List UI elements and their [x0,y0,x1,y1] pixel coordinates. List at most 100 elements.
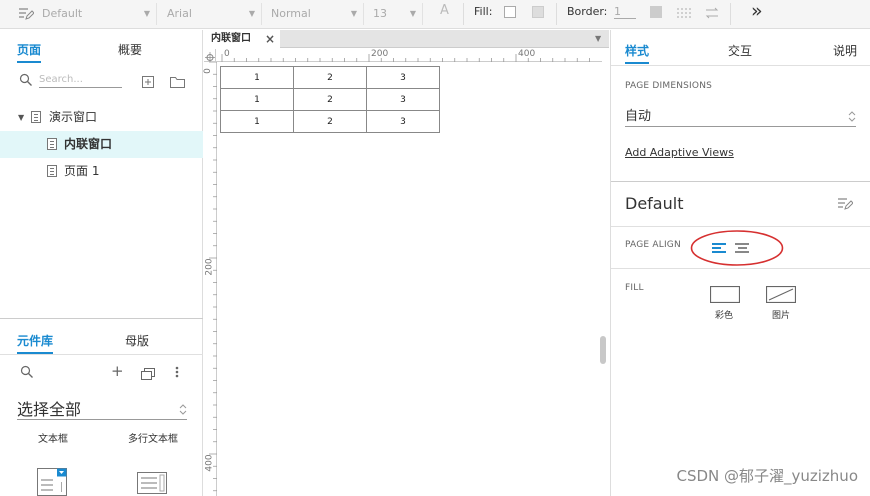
add-page-icon[interactable] [142,73,154,88]
fill-color-label: 彩色 [715,311,734,321]
font-weight-value: Normal [271,7,311,20]
font-size-select[interactable]: 13 ▼ [373,3,423,25]
document-tab-bar: 内联窗口 × ▼ [204,30,609,48]
more-vertical-icon[interactable] [175,364,179,378]
tab-notes[interactable]: 说明 [833,42,857,59]
font-color-icon[interactable]: A [440,3,449,18]
style-select-value: Default [42,7,83,20]
ruler-h-label: 400 [518,49,536,59]
tab-widget-library[interactable]: 元件库 [17,332,53,349]
tab-masters[interactable]: 母版 [125,332,149,349]
vertical-scrollbar[interactable] [600,336,606,364]
table-cell[interactable]: 3 [366,66,440,89]
chevron-down-icon: ▼ [248,9,255,18]
library-select-value: 选择全部 [17,400,82,419]
ruler-v-label: 400 [204,454,215,472]
panel-divider [611,226,870,227]
tree-item-demo-window[interactable]: ▼ 演示窗口 [0,104,203,131]
table-cell[interactable]: 2 [293,88,367,111]
library-copy-icon[interactable] [141,365,155,380]
tab-outline[interactable]: 概要 [118,41,142,58]
font-weight-select[interactable]: Normal ▼ [271,3,364,25]
border-pattern-icon[interactable] [676,5,692,19]
table-cell[interactable]: 1 [220,88,294,111]
table-cell[interactable]: 3 [366,88,440,111]
style-select[interactable]: Default ▼ [42,3,157,25]
add-folder-icon[interactable] [170,73,185,88]
tree-item-page-1[interactable]: 页面 1 [0,158,203,185]
fill-section-label: FILL [625,283,644,293]
close-icon[interactable]: × [265,30,275,48]
font-select-value: Arial [167,7,192,20]
tree-item-label: 演示窗口 [49,110,98,124]
toolbar-divider [463,3,464,25]
search-input[interactable]: Search... [39,74,122,88]
ruler-v-label: 0 [202,68,213,74]
fill-shadow-swatch[interactable] [532,6,544,18]
page-icon [47,165,57,177]
add-library-icon[interactable]: + [111,362,124,380]
updown-icon [179,401,187,415]
page-icon [31,111,41,123]
library-select[interactable]: 选择全部 [17,396,187,420]
tab-menu-chevron-icon[interactable]: ▼ [595,34,601,43]
border-color-swatch[interactable] [650,6,662,18]
tab-style[interactable]: 样式 [625,42,649,59]
search-icon [19,72,33,86]
document-tab-label: 内联窗口 [211,33,251,44]
page-dimensions-value: 自动 [625,109,652,124]
tree-item-label: 内联窗口 [64,137,113,151]
ruler-corner [204,49,216,63]
table-cell[interactable]: 3 [366,110,440,133]
document-tab-inline-window[interactable]: 内联窗口 × [204,30,280,48]
right-panel: 样式 交互 说明 PAGE DIMENSIONS 自动 Add Adaptive… [610,30,870,496]
tree-item-inline-window[interactable]: 内联窗口 [0,131,203,158]
page-dimensions-select[interactable]: 自动 [625,105,856,127]
panel-divider [611,181,870,182]
droplist-widget-icon[interactable] [37,468,67,496]
font-select[interactable]: Arial ▼ [167,3,262,25]
border-width-input[interactable]: 1 [614,5,636,19]
tree-item-label: 页面 1 [64,164,100,178]
search-icon[interactable] [20,364,34,378]
annotation-circle [690,229,784,267]
fill-color-swatch[interactable] [504,6,516,18]
vertical-ruler: 0 200 400 [202,62,217,496]
horizontal-ruler: 0 200 400 [216,49,602,62]
table-cell[interactable]: 1 [220,110,294,133]
page-icon [47,138,57,150]
table-row: 1 2 3 [220,88,440,111]
table-row: 1 2 3 [220,66,440,89]
panel-divider [611,65,870,66]
fill-color-icon[interactable] [709,285,741,304]
table-cell[interactable]: 2 [293,110,367,133]
watermark: CSDN @郁子濯_yuzizhuo [676,467,858,485]
widget-label-textarea: 多行文本框 [128,434,178,445]
tab-pages[interactable]: 页面 [17,41,41,58]
page-dimensions-label: PAGE DIMENSIONS [625,81,713,91]
chevron-down-icon: ▼ [350,9,357,18]
tab-underline [17,61,41,63]
arrow-style-icon[interactable] [704,5,720,19]
edit-style-icon[interactable] [837,196,854,210]
table-row: 1 2 3 [220,110,440,133]
ruler-h-label: 200 [371,49,389,59]
more-options-icon[interactable]: » [751,0,763,22]
tab-interactions[interactable]: 交互 [728,42,752,59]
left-panel: 页面 概要 Search... ▼ 演示窗口 内联窗口 页面 1 元件库 母版 [0,30,203,496]
add-adaptive-views-link[interactable]: Add Adaptive Views [625,146,734,159]
panel-divider [0,318,203,319]
chevron-down-icon: ▼ [143,9,150,18]
tab-underline [625,62,649,64]
listbox-widget-icon[interactable] [137,472,167,494]
toolbar-divider [556,3,557,25]
table-cell[interactable]: 2 [293,66,367,89]
table-cell[interactable]: 1 [220,66,294,89]
table-widget[interactable]: 1 2 3 1 2 3 1 2 3 [220,66,440,133]
fill-label: Fill: [474,5,493,18]
edit-style-icon[interactable] [18,6,35,20]
fill-image-icon[interactable] [765,285,797,304]
ruler-h-label: 0 [224,49,230,59]
caret-down-icon[interactable]: ▼ [18,104,24,131]
page-align-label: PAGE ALIGN [625,240,681,250]
